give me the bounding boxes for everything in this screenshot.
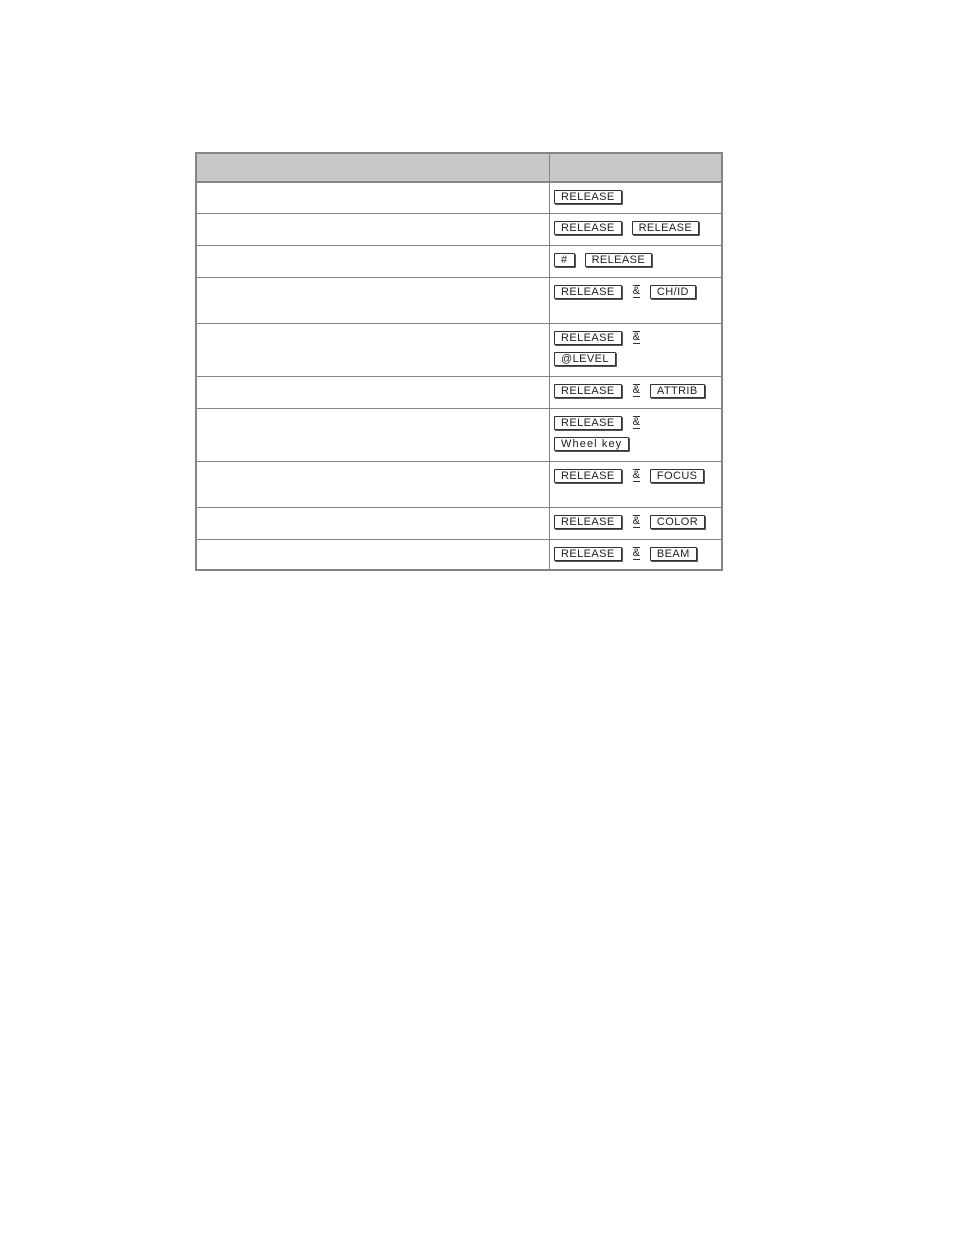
row-keys: RELEASE & Wheel key xyxy=(549,407,722,461)
row-keys: RELEASE & CH/ID xyxy=(549,276,722,323)
key-sequence: RELEASE & FOCUS xyxy=(554,468,721,484)
and-connector: & xyxy=(632,384,640,397)
release-key[interactable]: RELEASE xyxy=(554,415,622,430)
row-description xyxy=(196,322,551,376)
key-sequence: RELEASE & ATTRIB xyxy=(554,383,721,399)
header-description xyxy=(196,153,551,183)
row-description xyxy=(196,407,551,461)
row-description xyxy=(196,276,551,323)
key-sequence: RELEASE & BEAM xyxy=(554,546,721,562)
row-keys: RELEASE & @LEVEL xyxy=(549,322,722,376)
table-row: # RELEASE xyxy=(196,244,722,277)
beam-key[interactable]: BEAM xyxy=(649,546,697,561)
release-key[interactable]: RELEASE xyxy=(554,330,622,345)
table-row: RELEASE & BEAM xyxy=(196,538,722,570)
row-description xyxy=(196,460,551,507)
at-level-key[interactable]: @LEVEL xyxy=(554,351,616,366)
table-row: RELEASE & Wheel key xyxy=(196,407,722,461)
row-keys: RELEASE & COLOR xyxy=(549,506,722,539)
release-key[interactable]: RELEASE xyxy=(554,190,622,204)
row-description xyxy=(196,506,551,539)
row-description xyxy=(196,212,551,245)
row-description xyxy=(196,181,551,213)
key-sequence: RELEASE & CH/ID xyxy=(554,284,721,300)
release-key[interactable]: RELEASE xyxy=(554,546,622,561)
row-keys: # RELEASE xyxy=(549,244,722,277)
table-row: RELEASE xyxy=(196,181,722,213)
release-key[interactable]: RELEASE xyxy=(554,383,622,398)
row-description xyxy=(196,538,551,570)
release-key[interactable]: RELEASE xyxy=(631,220,700,235)
and-connector: & xyxy=(632,416,640,429)
key-sequence: @LEVEL xyxy=(554,351,721,367)
header-keys xyxy=(549,153,722,183)
attrib-key[interactable]: ATTRIB xyxy=(649,383,705,398)
row-keys: RELEASE xyxy=(549,181,722,213)
key-sequence: RELEASE xyxy=(554,189,721,205)
row-keys: RELEASE & ATTRIB xyxy=(549,375,722,408)
row-keys: RELEASE & FOCUS xyxy=(549,460,722,507)
key-sequence: RELEASE RELEASE xyxy=(554,220,721,236)
key-sequence: # RELEASE xyxy=(554,252,721,268)
row-keys: RELEASE RELEASE xyxy=(549,212,722,245)
key-sequence: RELEASE & xyxy=(554,330,721,346)
and-connector: & xyxy=(632,547,640,560)
color-key[interactable]: COLOR xyxy=(649,514,706,529)
and-connector: & xyxy=(632,331,640,344)
key-sequence: RELEASE & xyxy=(554,415,721,431)
release-key[interactable]: RELEASE xyxy=(584,252,653,267)
row-description xyxy=(196,244,551,277)
ch-id-key[interactable]: CH/ID xyxy=(649,284,696,299)
key-sequence: RELEASE & COLOR xyxy=(554,514,721,530)
and-connector: & xyxy=(632,515,640,528)
release-key[interactable]: RELEASE xyxy=(554,468,622,483)
release-key[interactable]: RELEASE xyxy=(554,514,622,529)
key-sequence: Wheel key xyxy=(554,436,721,452)
table-row: RELEASE & COLOR xyxy=(196,506,722,539)
table-row: RELEASE & @LEVEL xyxy=(196,322,722,376)
and-connector: & xyxy=(632,469,640,482)
row-keys: RELEASE & BEAM xyxy=(549,538,722,570)
wheel-key[interactable]: Wheel key xyxy=(554,436,630,451)
key-reference-table: RELEASE RELEASE RELEASE # RELEASE RELEAS… xyxy=(195,152,723,571)
release-key[interactable]: RELEASE xyxy=(554,220,622,235)
focus-key[interactable]: FOCUS xyxy=(649,468,705,483)
hash-key[interactable]: # xyxy=(554,252,575,267)
release-key[interactable]: RELEASE xyxy=(554,284,622,299)
table-row: RELEASE & FOCUS xyxy=(196,460,722,507)
table-row: RELEASE & ATTRIB xyxy=(196,375,722,408)
table-row: RELEASE & CH/ID xyxy=(196,276,722,323)
table-header-row xyxy=(196,153,722,183)
row-description xyxy=(196,375,551,408)
and-connector: & xyxy=(632,285,640,298)
table-row: RELEASE RELEASE xyxy=(196,212,722,245)
